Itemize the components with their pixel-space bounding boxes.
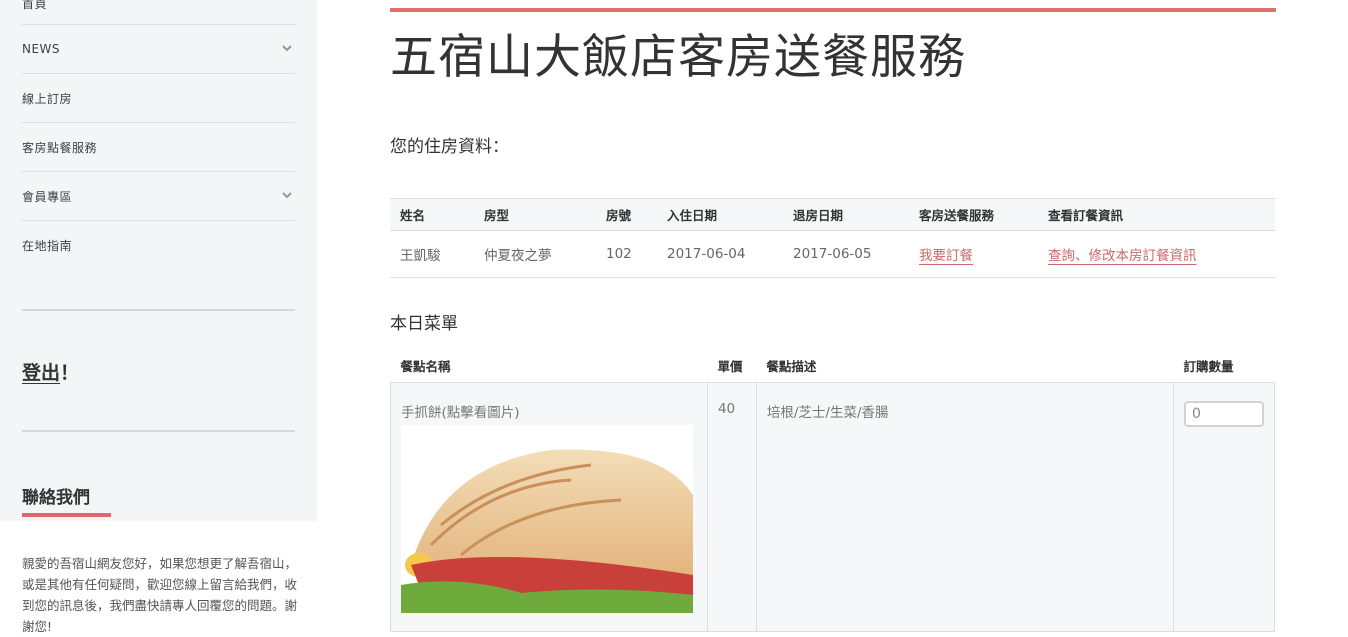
col-room-no-header: 房號 (596, 198, 657, 231)
view-order-link[interactable]: 查詢、修改本房訂餐資訊 (1048, 248, 1197, 264)
sidebar-item-label: 會員專區 (22, 189, 73, 204)
sidebar: 首頁 NEWS 線上訂房 客房點餐服務 會員專區 在地指南 登出！ 聯絡我們 (0, 0, 317, 521)
col-room-service-header: 客房送餐服務 (909, 198, 1038, 231)
col-checkout-header: 退房日期 (783, 198, 909, 231)
col-quantity-header: 訂購數量 (1173, 348, 1275, 383)
sidebar-item-home[interactable]: 首頁 (22, 0, 295, 25)
room-type: 仲夏夜之夢 (474, 230, 596, 278)
col-view-order-header: 查看訂餐資訊 (1038, 198, 1275, 231)
order-meal-link[interactable]: 我要訂餐 (919, 248, 973, 264)
logout-suffix: ！ (60, 362, 80, 384)
col-price-header: 單價 (707, 348, 757, 383)
dish-name[interactable]: 手抓餅(點擊看圖片) (401, 401, 697, 421)
divider (22, 309, 295, 311)
quantity-cell (1173, 382, 1275, 632)
sidebar-item-local-guide[interactable]: 在地指南 (22, 221, 295, 269)
col-room-type-header: 房型 (474, 198, 596, 231)
menu-heading: 本日菜單 (390, 314, 458, 334)
col-name-header: 姓名 (390, 198, 474, 231)
checkout-date: 2017-06-05 (783, 230, 909, 278)
room-number: 102 (596, 230, 657, 278)
sidebar-item-label: 線上訂房 (22, 91, 73, 106)
table-header-row: 餐點名稱 單價 餐點描述 訂購數量 (390, 348, 1275, 383)
logout-link[interactable]: 登出 (22, 362, 60, 384)
logout: 登出！ (22, 358, 79, 385)
chevron-down-icon[interactable] (281, 189, 293, 201)
dish-image[interactable] (401, 425, 693, 613)
contact-title-underline (22, 513, 111, 517)
sidebar-item-room-service[interactable]: 客房點餐服務 (22, 123, 295, 172)
col-dish-name-header: 餐點名稱 (390, 348, 708, 383)
sidebar-item-label: 首頁 (22, 0, 48, 11)
page-title: 五宿山大飯店客房送餐服務 (390, 30, 966, 85)
divider (22, 430, 295, 432)
sidebar-nav: 首頁 NEWS 線上訂房 客房點餐服務 會員專區 在地指南 (22, 0, 295, 269)
chevron-down-icon[interactable] (281, 42, 293, 54)
contact-text: 親愛的吾宿山網友您好，如果您想更了解吾宿山，或是其他有任何疑問，歡迎您線上留言給… (22, 556, 298, 634)
info-heading: 您的住房資料： (390, 137, 509, 157)
booking-info-table: 姓名 房型 房號 入住日期 退房日期 客房送餐服務 查看訂餐資訊 王凱駿 仲夏夜… (390, 198, 1275, 278)
sidebar-item-booking[interactable]: 線上訂房 (22, 74, 295, 123)
view-cell: 查詢、修改本房訂餐資訊 (1038, 230, 1275, 278)
table-header-row: 姓名 房型 房號 入住日期 退房日期 客房送餐服務 查看訂餐資訊 (390, 198, 1275, 231)
dish-description: 培根/芝士/生菜/香腸 (755, 382, 1175, 632)
quantity-input[interactable] (1184, 401, 1264, 427)
sidebar-item-label: NEWS (22, 42, 61, 56)
sidebar-item-members[interactable]: 會員專區 (22, 172, 295, 221)
col-checkin-header: 入住日期 (657, 198, 783, 231)
contact-title: 聯絡我們 (22, 488, 90, 508)
menu-table: 餐點名稱 單價 餐點描述 訂購數量 手抓餅(點擊看圖片) 40 培根/芝士/生菜… (390, 348, 1275, 632)
table-row: 王凱駿 仲夏夜之夢 102 2017-06-04 2017-06-05 我要訂餐… (390, 230, 1275, 278)
col-description-header: 餐點描述 (756, 348, 1174, 383)
sidebar-item-news[interactable]: NEWS (22, 25, 295, 74)
table-row: 手抓餅(點擊看圖片) 40 培根/芝士/生菜/香腸 (390, 382, 1275, 632)
sidebar-item-label: 客房點餐服務 (22, 140, 98, 155)
sidebar-item-label: 在地指南 (22, 238, 73, 253)
checkin-date: 2017-06-04 (657, 230, 783, 278)
dish-price: 40 (706, 382, 757, 632)
guest-name: 王凱駿 (390, 230, 474, 278)
dish-cell: 手抓餅(點擊看圖片) (390, 382, 708, 632)
accent-bar (390, 8, 1276, 12)
order-cell: 我要訂餐 (909, 230, 1038, 278)
